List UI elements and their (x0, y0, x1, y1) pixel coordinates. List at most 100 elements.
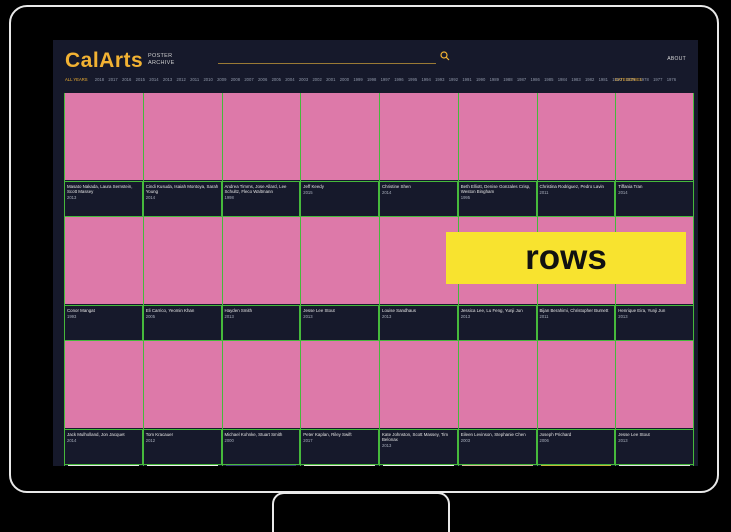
year-link[interactable]: 1991 (462, 77, 471, 82)
poster-card[interactable]: Kate Johnston, Scott Massey, Tim Belonax… (379, 429, 458, 465)
year-link[interactable]: 2010 (203, 77, 212, 82)
year-link[interactable]: 2002 (312, 77, 321, 82)
year-link[interactable]: 1998 (367, 77, 376, 82)
poster-year: 2013 (382, 314, 392, 320)
search-input[interactable] (218, 63, 436, 64)
poster-designers: Beth Elliott, Denise Gonzales Crisp, Wes… (460, 184, 531, 195)
year-link[interactable]: 2005 (272, 77, 281, 82)
year-link[interactable]: 2015 (136, 77, 145, 82)
poster-card[interactable]: Jack Mulholland, Jon Jacquet 2014 (64, 429, 143, 465)
poster-card[interactable]: Joseph Prichard 2006 (536, 429, 616, 465)
column-gridline (300, 93, 302, 466)
year-link[interactable]: 1982 (585, 77, 594, 82)
year-link[interactable]: 1985 (544, 77, 553, 82)
year-link[interactable]: 2004 (285, 77, 294, 82)
year-link[interactable]: 1996 (394, 77, 403, 82)
year-link[interactable]: 1986 (530, 77, 539, 82)
year-link[interactable]: 2008 (231, 77, 240, 82)
poster-year: 1995 (460, 195, 471, 201)
poster-year: 2005 (145, 314, 156, 320)
year-link[interactable]: 2011 (190, 77, 199, 82)
poster-card[interactable]: Masato Nakada, Laura Sernstein, Scott Ma… (64, 181, 143, 217)
year-link[interactable]: 1983 (571, 77, 580, 82)
poster-designers: Jessica Lee, Lu Feng, Yunji Jun (460, 308, 523, 313)
search-icon[interactable] (440, 51, 450, 61)
year-link[interactable]: 2013 (163, 77, 172, 82)
poster-designers: Conor Mangat (67, 308, 95, 313)
year-link[interactable]: 1987 (517, 77, 526, 82)
year-link[interactable]: 1989 (490, 77, 499, 82)
year-link[interactable]: 2018 (95, 77, 104, 82)
poster-card[interactable]: Peter Kaplan, Riley Swift 2017 (300, 429, 379, 465)
poster-thumbnail[interactable] (619, 465, 690, 466)
poster-year: 2017 (303, 438, 313, 444)
year-link[interactable]: 1994 (421, 77, 430, 82)
poster-card[interactable]: Jesse Lee Stout 2013 (615, 429, 694, 465)
year-link[interactable]: 2007 (244, 77, 253, 82)
year-link[interactable]: 1981 (599, 77, 608, 82)
year-link[interactable]: 2006 (258, 77, 267, 82)
poster-designers: Eli Carrico, Yeomin Khan (145, 308, 195, 313)
poster-thumbnail[interactable] (225, 465, 297, 466)
poster-designers: Kate Johnston, Scott Massey, Tim Belonax (382, 432, 449, 443)
poster-thumbnail[interactable] (540, 465, 612, 466)
poster-card[interactable]: Christine Shen 2014 (379, 181, 458, 217)
poster-card[interactable]: Eli Carrico, Yeomin Khan 2005 (142, 305, 222, 341)
poster-card[interactable]: Tom Kracauer 2012 (142, 429, 222, 465)
all-years-link[interactable]: ALL YEARS (65, 77, 88, 82)
poster-card[interactable]: Jessica Lee, Lu Feng, Yunji Jun 2013 (457, 305, 537, 341)
poster-designers: Peter Kaplan, Riley Swift (303, 432, 352, 437)
year-link[interactable]: 1993 (435, 77, 444, 82)
poster-designers: Tom Kracauer (145, 432, 174, 437)
poster-year: 2013 (382, 443, 392, 449)
year-link[interactable]: 2017 (108, 77, 117, 82)
year-link[interactable]: 2016 (122, 77, 131, 82)
poster-designers: Hayden Smith (224, 308, 253, 313)
poster-card[interactable]: Jeff Keedy 2015 (300, 181, 379, 217)
poster-designers: Michael Kohnke, Stuart Smith (224, 432, 283, 437)
poster-designers: Henrique Eira, Yunji Jun (618, 308, 666, 313)
poster-card[interactable]: Hayden Smith 2013 (221, 305, 301, 341)
poster-designers: Jeff Keedy (303, 184, 324, 189)
year-link[interactable]: 1988 (503, 77, 512, 82)
poster-thumbnail[interactable] (304, 465, 375, 466)
poster-year: 2006 (539, 438, 549, 444)
poster-card[interactable]: Christina Rodriguez, Pedro Lavin 2011 (536, 181, 616, 217)
poster-card[interactable]: Henrique Eira, Yunji Jun 2013 (615, 305, 694, 341)
poster-card[interactable]: Tiffania Tran 2014 (615, 181, 694, 217)
poster-thumbnail[interactable] (146, 465, 218, 466)
poster-thumbnail[interactable] (461, 465, 533, 466)
poster-card[interactable]: Conor Mangat 1993 (64, 305, 143, 341)
poster-card[interactable]: Louise Sandhaus 2013 (379, 305, 458, 341)
year-link[interactable]: 1999 (353, 77, 362, 82)
poster-card[interactable]: Michael Kohnke, Stuart Smith 2000 (221, 429, 301, 465)
poster-thumbnail[interactable] (68, 465, 139, 466)
categories-link[interactable]: CATEGORIES (615, 77, 642, 82)
year-link[interactable]: 1992 (449, 77, 458, 82)
year-link[interactable]: 1997 (381, 77, 390, 82)
poster-thumbnail[interactable] (383, 465, 454, 466)
year-link[interactable]: 1990 (476, 77, 485, 82)
year-link[interactable]: 2012 (177, 77, 186, 82)
year-link[interactable]: 2003 (299, 77, 308, 82)
year-link[interactable]: 1995 (408, 77, 417, 82)
column-gridline (221, 93, 223, 466)
poster-designers: Cindi Kusuda, Isaiah Montoya, Sarah Youn… (145, 184, 219, 195)
poster-year: 1998 (224, 195, 234, 201)
year-link[interactable]: 1977 (653, 77, 662, 82)
poster-card[interactable]: Cindi Kusuda, Isaiah Montoya, Sarah Youn… (142, 181, 222, 217)
year-link[interactable]: 2001 (326, 77, 335, 82)
poster-card[interactable]: Bijan Berahimi, Christopher Burnett 2011 (536, 305, 616, 341)
poster-card[interactable]: Jesse Lee Stout 2013 (300, 305, 379, 341)
poster-card[interactable]: Beth Elliott, Denise Gonzales Crisp, Wes… (457, 181, 537, 217)
year-link[interactable]: 2009 (217, 77, 226, 82)
poster-card[interactable]: Andrea Timms, Jose Allard, Lee Schultz, … (221, 181, 301, 217)
poster-year: 2014 (382, 190, 392, 196)
year-link[interactable]: 1984 (558, 77, 567, 82)
poster-card[interactable]: Eileen Levinson, Stephanie Chen 2003 (457, 429, 537, 465)
about-link[interactable]: ABOUT (667, 56, 686, 62)
year-link[interactable]: 1976 (667, 77, 676, 82)
year-link[interactable]: 2014 (149, 77, 158, 82)
calarts-logo[interactable]: CalArts (65, 49, 143, 73)
year-link[interactable]: 2000 (340, 77, 349, 82)
